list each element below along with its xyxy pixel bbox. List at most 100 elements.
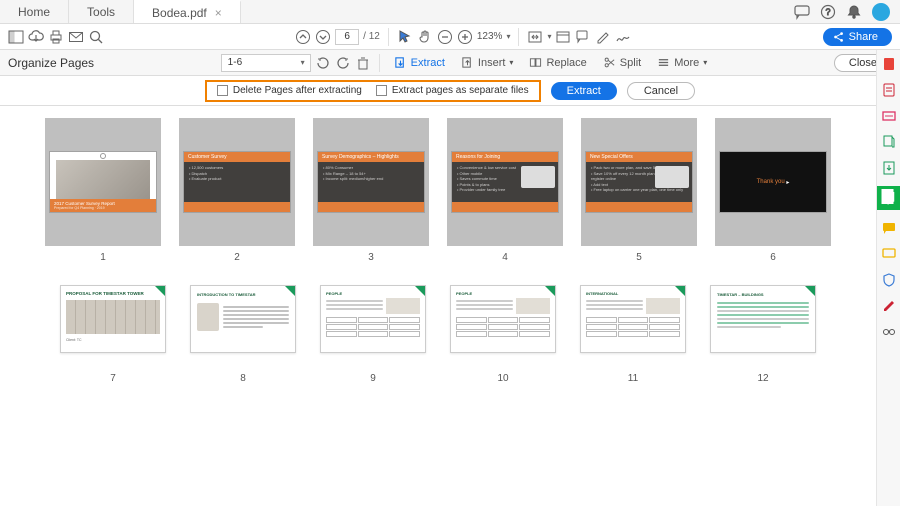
page-thumb[interactable]: Reasons for Joining• Convenience & low s… bbox=[447, 118, 563, 263]
cancel-button[interactable]: Cancel bbox=[627, 82, 695, 100]
rail-forms-icon[interactable] bbox=[881, 108, 897, 124]
extract-label: Extract bbox=[411, 57, 445, 69]
hand-icon[interactable] bbox=[417, 29, 433, 45]
page-thumb[interactable]: Customer Survey• 12,500 customers• Dispa… bbox=[179, 118, 295, 263]
rotate-left-icon[interactable] bbox=[315, 55, 331, 71]
thumbnail-grid[interactable]: 2017 Customer Survey ReportPrepared for … bbox=[0, 106, 876, 506]
separate-files-check[interactable]: Extract pages as separate files bbox=[376, 85, 529, 96]
page-number-label: 8 bbox=[240, 373, 246, 384]
print-icon[interactable] bbox=[48, 29, 64, 45]
read-mode-icon[interactable] bbox=[555, 29, 571, 45]
extract-tool[interactable]: Extract bbox=[388, 56, 451, 69]
page-down-icon[interactable] bbox=[315, 29, 331, 45]
page-up-icon[interactable] bbox=[295, 29, 311, 45]
zoom-in-icon[interactable] bbox=[457, 29, 473, 45]
rail-edit-icon[interactable] bbox=[881, 82, 897, 98]
rail-redact-icon[interactable] bbox=[881, 324, 897, 340]
tab-home[interactable]: Home bbox=[0, 0, 69, 23]
page-thumb[interactable]: TIMESTAR – BUILDINGS12 bbox=[710, 285, 816, 384]
page-number-label: 9 bbox=[370, 373, 376, 384]
extract-options-highlight: Delete Pages after extracting Extract pa… bbox=[205, 80, 541, 102]
rail-share-icon[interactable] bbox=[881, 160, 897, 176]
page-thumb[interactable]: Thank you ▸6 bbox=[715, 118, 831, 263]
sidebar-toggle-icon[interactable] bbox=[8, 29, 24, 45]
rail-comment-icon[interactable] bbox=[881, 220, 897, 236]
page-thumb[interactable]: 2017 Customer Survey ReportPrepared for … bbox=[45, 118, 161, 263]
sign-toolbar-icon[interactable] bbox=[615, 29, 631, 45]
delete-page-icon[interactable] bbox=[355, 55, 371, 71]
main-toolbar: 6 / 12 123%▾ ▾ Share bbox=[0, 24, 900, 50]
cancel-button-label: Cancel bbox=[644, 85, 678, 97]
page-number-label: 4 bbox=[502, 252, 508, 263]
share-label: Share bbox=[849, 31, 878, 43]
rail-organize-icon[interactable] bbox=[877, 186, 900, 210]
organize-toolbar: Organize Pages 1-6 Extract Insert▾ Repla… bbox=[0, 50, 900, 76]
more-tool[interactable]: More▾ bbox=[651, 56, 713, 69]
tab-tools-label: Tools bbox=[87, 5, 115, 19]
insert-tool[interactable]: Insert▾ bbox=[455, 56, 520, 69]
page-thumb[interactable]: PROPOSAL FOR TIMESTAR TOWERClient: TC7 bbox=[60, 285, 166, 384]
highlight-icon[interactable] bbox=[595, 29, 611, 45]
annotate-icon[interactable] bbox=[575, 29, 591, 45]
zoom-out-icon[interactable] bbox=[437, 29, 453, 45]
save-cloud-icon[interactable] bbox=[28, 29, 44, 45]
search-icon[interactable] bbox=[88, 29, 104, 45]
insert-label: Insert bbox=[478, 57, 506, 69]
page-range-select[interactable]: 1-6 bbox=[221, 54, 311, 72]
tabstrip-right: ? bbox=[794, 0, 900, 23]
mail-icon[interactable] bbox=[68, 29, 84, 45]
right-rail bbox=[876, 50, 900, 506]
more-label: More bbox=[674, 57, 699, 69]
page-number-label: 2 bbox=[234, 252, 240, 263]
extract-options-bar: Delete Pages after extracting Extract pa… bbox=[0, 76, 900, 106]
split-label: Split bbox=[620, 57, 641, 69]
page-number-label: 5 bbox=[636, 252, 642, 263]
rail-stamp-icon[interactable] bbox=[881, 246, 897, 262]
pointer-icon[interactable] bbox=[397, 29, 413, 45]
page-number-label: 12 bbox=[757, 373, 768, 384]
fit-width-icon[interactable] bbox=[527, 29, 543, 45]
checkbox-icon bbox=[217, 85, 228, 96]
page-number-label: 10 bbox=[497, 373, 508, 384]
svg-text:?: ? bbox=[825, 7, 830, 17]
tab-tools[interactable]: Tools bbox=[69, 0, 134, 23]
tab-strip: Home Tools Bodea.pdf × ? bbox=[0, 0, 900, 24]
page-thumb[interactable]: Survey Demographics – Highlights• 80% Co… bbox=[313, 118, 429, 263]
close-label: Close bbox=[849, 57, 877, 69]
tab-file[interactable]: Bodea.pdf × bbox=[134, 0, 241, 23]
rail-protect-icon[interactable] bbox=[881, 272, 897, 288]
replace-label: Replace bbox=[546, 57, 586, 69]
tab-home-label: Home bbox=[18, 5, 50, 19]
organize-title: Organize Pages bbox=[8, 56, 100, 70]
page-thumb[interactable]: PEOPLE10 bbox=[450, 285, 556, 384]
page-total: / 12 bbox=[363, 31, 380, 42]
delete-after-check[interactable]: Delete Pages after extracting bbox=[217, 85, 362, 96]
page-thumb[interactable]: INTRODUCTION TO TIMESTAR8 bbox=[190, 285, 296, 384]
zoom-level[interactable]: 123% bbox=[477, 31, 503, 42]
page-number-input[interactable]: 6 bbox=[335, 29, 359, 45]
separate-files-label: Extract pages as separate files bbox=[392, 85, 529, 96]
page-number-label: 7 bbox=[110, 373, 116, 384]
rail-sign-icon[interactable] bbox=[881, 298, 897, 314]
bell-icon[interactable] bbox=[846, 4, 862, 20]
avatar[interactable] bbox=[872, 3, 890, 21]
page-thumb[interactable]: New Special Offers• Pack two or more pla… bbox=[581, 118, 697, 263]
page-number-label: 1 bbox=[100, 252, 106, 263]
extract-button[interactable]: Extract bbox=[551, 82, 617, 100]
chat-icon[interactable] bbox=[794, 4, 810, 20]
share-button[interactable]: Share bbox=[823, 28, 892, 46]
extract-button-label: Extract bbox=[567, 85, 601, 97]
tab-file-label: Bodea.pdf bbox=[152, 6, 207, 20]
page-number-label: 3 bbox=[368, 252, 374, 263]
page-number-label: 11 bbox=[628, 373, 638, 384]
rotate-right-icon[interactable] bbox=[335, 55, 351, 71]
help-icon[interactable]: ? bbox=[820, 4, 836, 20]
replace-tool[interactable]: Replace bbox=[523, 56, 592, 69]
rail-combine-icon[interactable] bbox=[881, 134, 897, 150]
page-thumb[interactable]: PEOPLE9 bbox=[320, 285, 426, 384]
page-thumb[interactable]: INTERNATIONAL11 bbox=[580, 285, 686, 384]
close-tab-icon[interactable]: × bbox=[215, 6, 222, 20]
split-tool[interactable]: Split bbox=[597, 56, 647, 69]
rail-pdf-icon[interactable] bbox=[881, 56, 897, 72]
page-number-label: 6 bbox=[770, 252, 776, 263]
